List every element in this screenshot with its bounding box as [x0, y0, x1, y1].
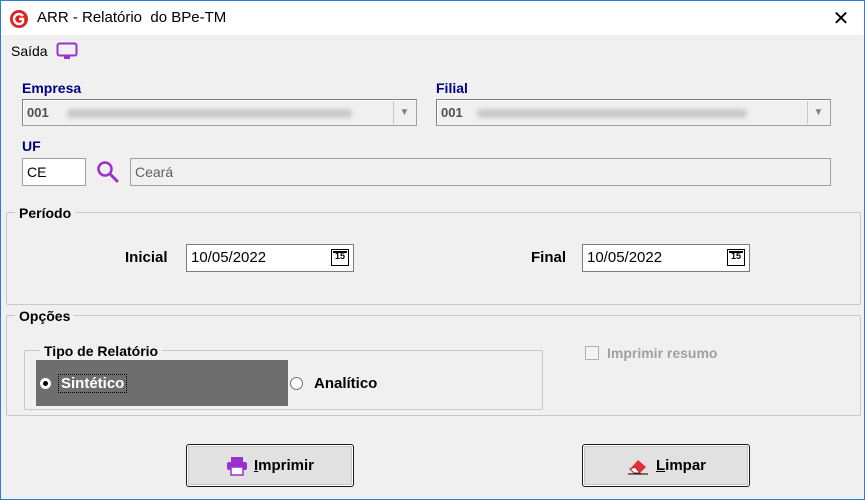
- filial-label: Filial: [436, 80, 468, 96]
- final-label: Final: [531, 249, 567, 266]
- monitor-icon: [56, 42, 78, 59]
- title-bar: ARR - Relatório do BPe-TM ✕: [1, 1, 864, 35]
- analitico-label[interactable]: Analítico: [314, 375, 377, 392]
- chevron-down-icon[interactable]: ▼: [807, 101, 829, 124]
- chevron-down-icon[interactable]: ▼: [393, 101, 415, 124]
- final-date-value: 10/05/2022: [587, 249, 663, 266]
- report-dialog: ARR - Relatório do BPe-TM ✕ Saída Empres…: [0, 0, 865, 500]
- sintetico-label[interactable]: Sintético: [57, 374, 128, 393]
- opcoes-title: Opções: [15, 308, 75, 324]
- imprimir-button[interactable]: Imprimir: [186, 444, 354, 487]
- close-button[interactable]: ✕: [818, 1, 864, 35]
- empresa-redacted: [67, 109, 352, 118]
- menu-saida-label: Saída: [11, 43, 48, 59]
- imprimir-resumo-label: Imprimir resumo: [607, 345, 718, 361]
- printer-icon: [226, 456, 247, 476]
- imprimir-resumo-checkbox[interactable]: [585, 346, 599, 360]
- periodo-title: Período: [15, 205, 76, 221]
- calendar-icon[interactable]: 15: [331, 249, 349, 266]
- eraser-icon: [627, 459, 648, 474]
- calendar-icon[interactable]: 15: [727, 249, 745, 266]
- tipo-relatorio-title: Tipo de Relatório: [40, 343, 163, 359]
- uf-label: UF: [22, 138, 41, 154]
- sintetico-radio[interactable]: [39, 377, 52, 390]
- inicial-label: Inicial: [125, 249, 168, 266]
- filial-value: 001: [441, 105, 463, 120]
- filial-redacted: [477, 109, 747, 118]
- final-date-input[interactable]: 10/05/2022 15: [582, 244, 750, 272]
- uf-code-input[interactable]: CE: [22, 158, 86, 186]
- limpar-label: Limpar: [655, 457, 707, 474]
- menu-saida[interactable]: Saída: [11, 42, 78, 60]
- uf-name-field: Ceará: [130, 158, 831, 186]
- filial-select[interactable]: 001 ▼: [436, 99, 831, 126]
- search-icon[interactable]: [96, 160, 120, 184]
- window-title: ARR - Relatório do BPe-TM: [37, 9, 227, 26]
- app-logo-icon: [10, 10, 28, 28]
- inicial-date-input[interactable]: 10/05/2022 15: [186, 244, 354, 272]
- empresa-value: 001: [27, 105, 49, 120]
- imprimir-label: Imprimir: [253, 457, 315, 474]
- close-icon: ✕: [832, 7, 850, 30]
- limpar-button[interactable]: Limpar: [582, 444, 750, 487]
- empresa-select[interactable]: 001 ▼: [22, 99, 417, 126]
- empresa-label: Empresa: [22, 80, 82, 96]
- analitico-radio[interactable]: [290, 377, 303, 390]
- inicial-date-value: 10/05/2022: [191, 249, 267, 266]
- menu-bar: Saída: [1, 35, 864, 65]
